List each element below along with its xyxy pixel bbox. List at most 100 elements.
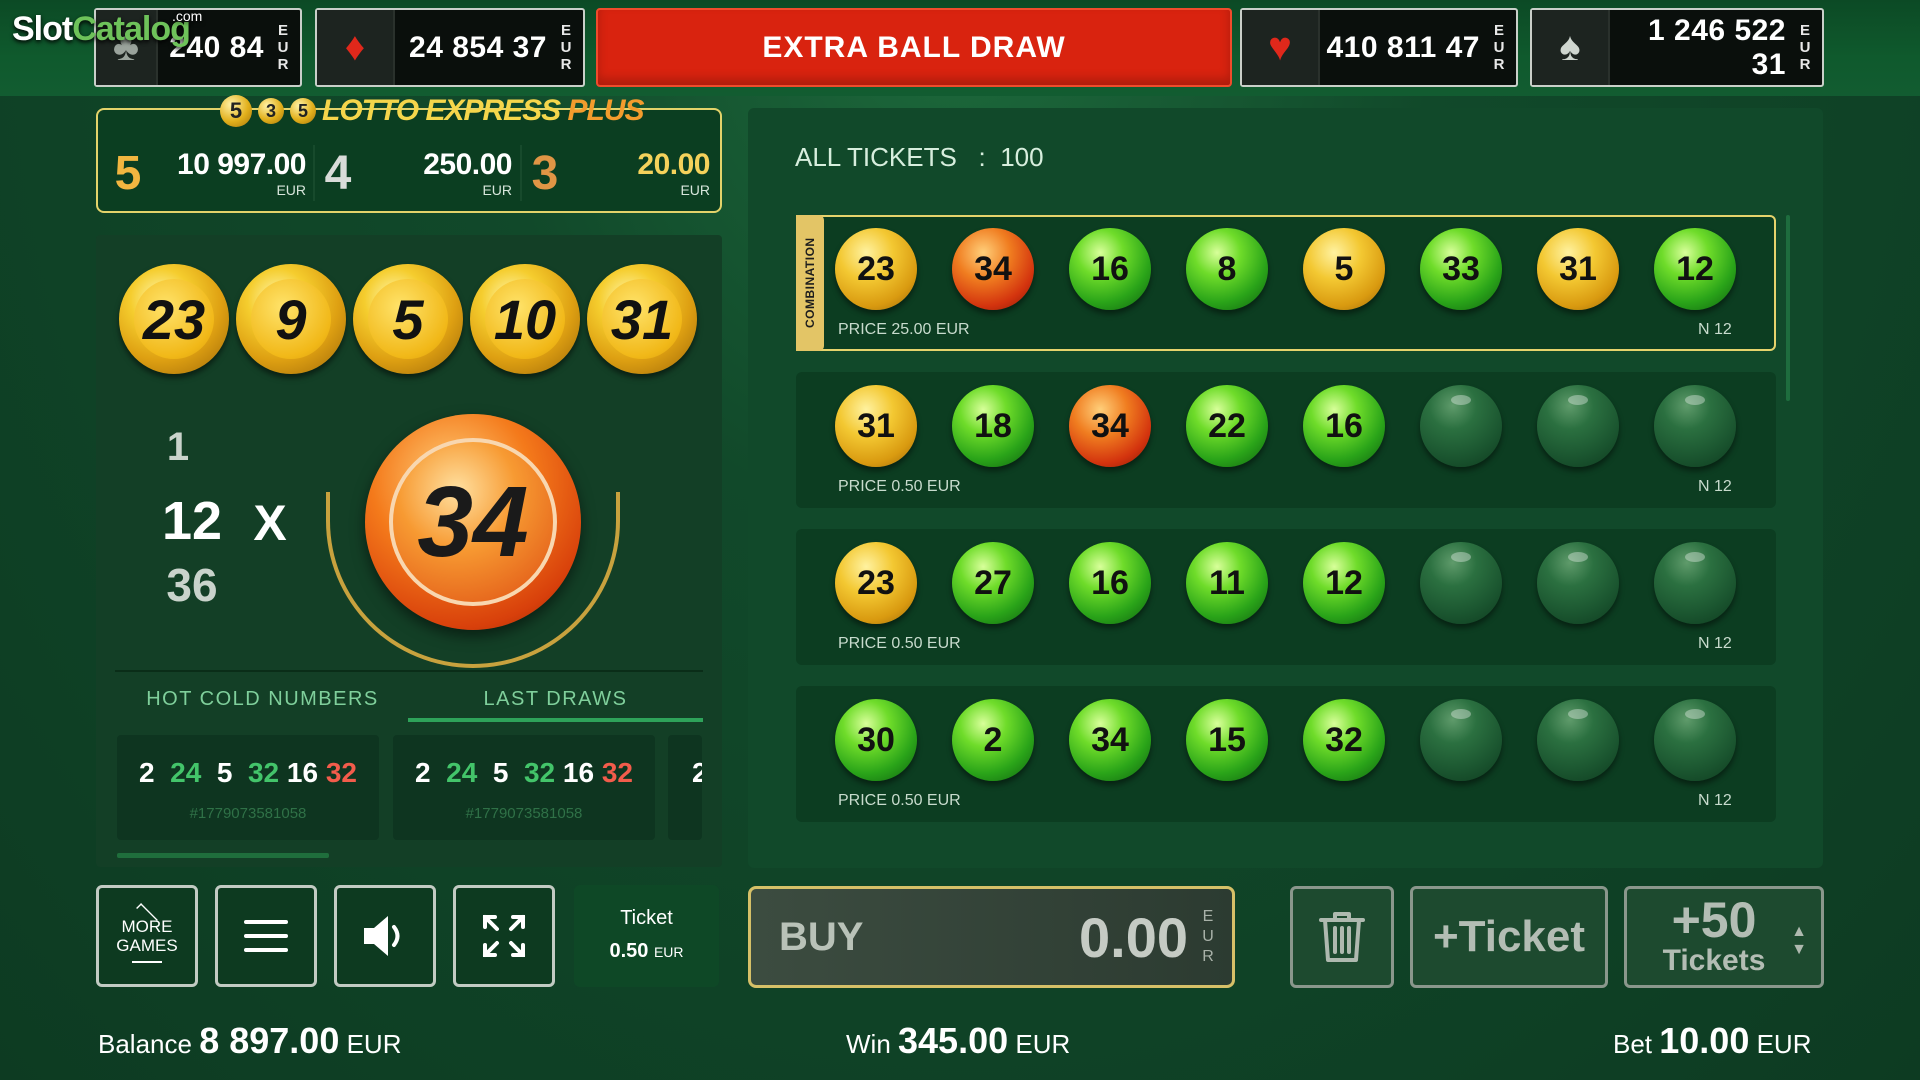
- jackpot-spade: ♠ 1 246 522 31 EUR: [1530, 8, 1824, 87]
- win-display: Win 345.00 EUR: [846, 1020, 1071, 1061]
- ticket-ball: 34: [1069, 385, 1151, 467]
- drawn-ball: 31: [587, 264, 697, 374]
- payout-amount: 10 997.00: [177, 148, 306, 181]
- ticket-n: N 12: [1698, 478, 1732, 495]
- payout-currency: EUR: [680, 182, 710, 198]
- payout-currency: EUR: [482, 182, 512, 198]
- ticket-n: N 12: [1698, 321, 1732, 338]
- payout-amount: 250.00: [423, 148, 512, 181]
- ticket-price: 0.50 EUR: [609, 940, 684, 962]
- ticket-ball: 16: [1303, 385, 1385, 467]
- jackpot-heart: ♥ 410 811 47 EUR: [1240, 8, 1518, 87]
- trash-icon: [1319, 912, 1365, 962]
- title-ball: 5: [290, 98, 316, 124]
- empty-ball-slot: [1654, 385, 1736, 467]
- ticket-n: N 12: [1698, 792, 1732, 809]
- match-count: 5: [114, 146, 142, 200]
- payout-amount: 20.00: [637, 148, 710, 181]
- last-draw-card[interactable]: 2 24 5 32 16 32 #1779073581058: [117, 735, 379, 840]
- jackpot-currency: EUR: [1799, 22, 1811, 73]
- ticket-ball: 5: [1303, 228, 1385, 310]
- ticket-price: PRICE 0.50 EUR: [838, 478, 961, 495]
- combination-tag: COMBINATION: [796, 215, 824, 351]
- ticket-ball: 33: [1420, 228, 1502, 310]
- tickets-scrollbar[interactable]: [1786, 215, 1790, 401]
- add-ticket-button[interactable]: +Ticket: [1410, 886, 1608, 988]
- counter-prev: 1: [166, 425, 190, 469]
- hamburger-icon: [244, 920, 288, 952]
- extra-ball-draw-banner: EXTRA BALL DRAW: [596, 8, 1232, 87]
- game-name: LOTTO EXPRESS PLUS: [322, 94, 645, 127]
- underline: [132, 961, 162, 963]
- last-draw-numbers: 2 24 5 32 16 32: [414, 757, 634, 788]
- ticket-ball: 12: [1303, 542, 1385, 624]
- ticket-price: PRICE 0.50 EUR: [838, 792, 961, 809]
- add-fifty-count: +50: [1671, 892, 1757, 948]
- ticket-ball: 8: [1186, 228, 1268, 310]
- ticket-ball: 12: [1654, 228, 1736, 310]
- buy-button[interactable]: BUY 0.00 EUR: [748, 886, 1235, 988]
- jackpot-diamond: ♦ 24 854 37 EUR: [315, 8, 585, 87]
- drawn-ball: 10: [470, 264, 580, 374]
- active-tab-indicator: [408, 718, 703, 722]
- tab-hot-cold-numbers[interactable]: HOT COLD NUMBERS: [115, 676, 410, 722]
- clear-tickets-button[interactable]: [1290, 886, 1394, 988]
- last-draw-card[interactable]: 2 24 5 32 16 32 #1779073581058: [393, 735, 655, 840]
- game-title: 5 3 5 LOTTO EXPRESS PLUS: [220, 92, 645, 130]
- ticket-ball: 34: [952, 228, 1034, 310]
- empty-ball-slot: [1420, 699, 1502, 781]
- counter-current: 12: [162, 491, 223, 551]
- ticket-ball: 16: [1069, 542, 1151, 624]
- match-count: 4: [324, 146, 352, 200]
- empty-ball-slot: [1654, 699, 1736, 781]
- last-draw-card[interactable]: 2: [668, 735, 702, 840]
- ticket-n: N 12: [1698, 635, 1732, 652]
- drawn-ball: 5: [353, 264, 463, 374]
- title-ball: 5: [220, 95, 252, 127]
- sound-button[interactable]: [334, 885, 436, 987]
- ticket-ball: 23: [835, 228, 917, 310]
- empty-ball-slot: [1537, 385, 1619, 467]
- jackpot-value: 1 246 522 31: [1648, 13, 1786, 81]
- paytable-row: 4 250.00 EUR: [318, 140, 513, 206]
- drawn-ball: 23: [119, 264, 229, 374]
- ticket-ball: 34: [1069, 699, 1151, 781]
- divider: [313, 145, 315, 201]
- counter-total: 36: [166, 559, 218, 611]
- all-tickets-count: ALL TICKETS : 100: [795, 142, 1044, 172]
- speaker-icon: [364, 916, 400, 956]
- fullscreen-icon: [483, 915, 525, 957]
- balance-display: Balance 8 897.00 EUR: [98, 1020, 402, 1061]
- ticket-ball: 11: [1186, 542, 1268, 624]
- spade-icon: ♠: [1532, 10, 1610, 85]
- divider: [520, 145, 522, 201]
- tabs-divider: [115, 670, 703, 672]
- fullscreen-button[interactable]: [453, 885, 555, 987]
- stepper-arrows-icon[interactable]: ▲ ▼: [1791, 923, 1807, 959]
- tab-last-draws[interactable]: LAST DRAWS: [408, 676, 703, 722]
- add-fifty-tickets-button[interactable]: +50 Tickets ▲ ▼: [1624, 886, 1824, 988]
- drawn-ball: 9: [236, 264, 346, 374]
- add-fifty-label: Tickets: [1662, 944, 1766, 977]
- last-draw-numbers: 2: [692, 757, 702, 788]
- ticket-price: PRICE 25.00 EUR: [838, 321, 970, 338]
- ticket-ball: 23: [835, 542, 917, 624]
- last-draw-numbers: 2 24 5 32 16 32: [138, 757, 358, 788]
- ticket-ball: 15: [1186, 699, 1268, 781]
- bet-display: Bet 10.00 EUR: [1613, 1020, 1812, 1061]
- empty-ball-slot: [1537, 699, 1619, 781]
- ticket-ball: 32: [1303, 699, 1385, 781]
- ticket-ball: 2: [952, 699, 1034, 781]
- last-draw-id: #1779073581058: [465, 805, 583, 822]
- buy-label: BUY: [779, 914, 864, 959]
- ticket-price-box[interactable]: Ticket 0.50 EUR: [574, 885, 719, 987]
- more-games-button[interactable]: MORE GAMES: [96, 885, 198, 987]
- ticket-ball: 30: [835, 699, 917, 781]
- ticket-ball: 31: [835, 385, 917, 467]
- last-draws-scrollbar[interactable]: [117, 853, 329, 858]
- empty-ball-slot: [1654, 542, 1736, 624]
- more-games-label: MORE GAMES: [116, 917, 178, 955]
- counter-multiplier: X: [253, 495, 287, 551]
- payout-currency: EUR: [276, 182, 306, 198]
- menu-button[interactable]: [215, 885, 317, 987]
